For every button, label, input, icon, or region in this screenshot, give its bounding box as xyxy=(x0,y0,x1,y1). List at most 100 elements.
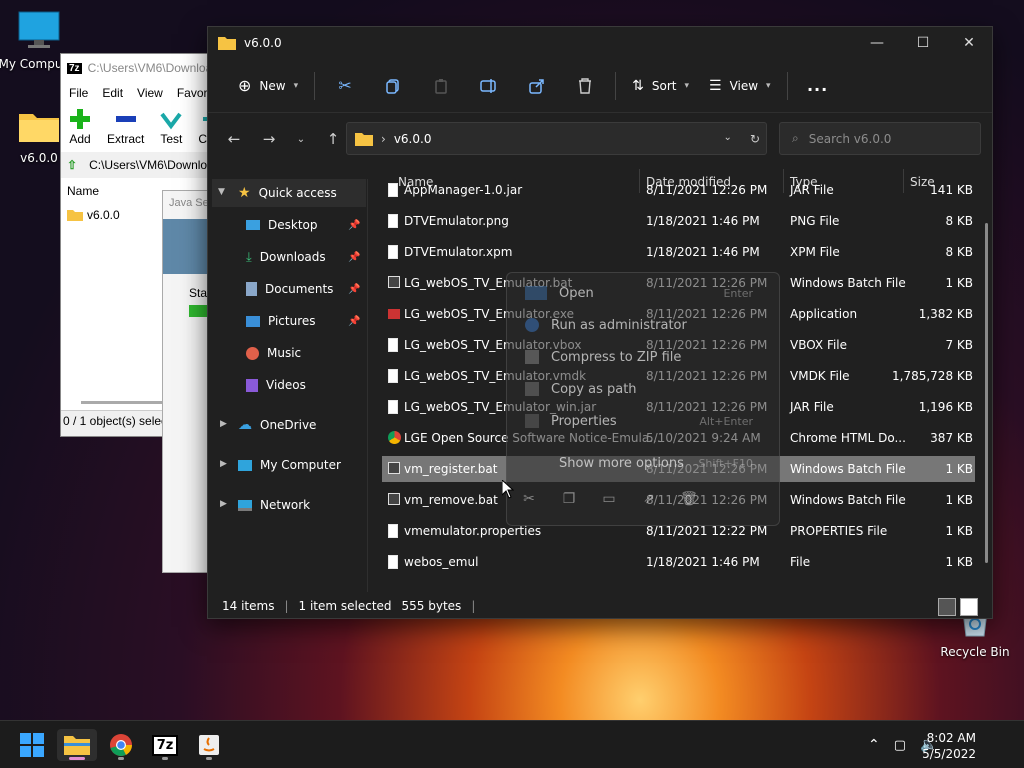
sort-icon: ⇅ xyxy=(632,77,644,94)
scissors-icon[interactable]: ✂ xyxy=(517,491,541,507)
file-date: 1/18/2021 1:46 PM xyxy=(646,555,760,569)
share-button[interactable] xyxy=(513,68,561,104)
navigation-pane[interactable]: ▼ ★ Quick access Desktop 📌 ⤓ Downloads 📌… xyxy=(208,179,368,592)
file-row[interactable]: DTVEmulator.png 1/18/2021 1:46 PM PNG File… xyxy=(382,208,975,234)
menu-compress-zip[interactable]: Compress to ZIP file xyxy=(517,343,771,371)
cut-button[interactable]: ✂ xyxy=(321,68,369,104)
pin-icon[interactable]: 📌 xyxy=(348,252,360,263)
context-menu[interactable]: Open Enter Run as administrator Compress… xyxy=(506,272,780,526)
desktop-icon-label: Recycle Bin xyxy=(940,645,1010,659)
file-type: Windows Batch File xyxy=(790,276,906,290)
address-dropdown-icon[interactable]: ⌄ xyxy=(724,132,732,146)
delete-button[interactable] xyxy=(561,68,609,104)
taskbar-7zip[interactable]: 7z xyxy=(145,729,185,761)
paste-button[interactable] xyxy=(417,68,465,104)
window-controls: — ☐ ✕ xyxy=(854,27,992,59)
7zip-menubar: File Edit View Favorites xyxy=(61,82,226,104)
copy-button[interactable] xyxy=(369,68,417,104)
rename-icon[interactable]: ▭ xyxy=(597,491,621,507)
share-icon[interactable]: ⇗ xyxy=(637,491,661,507)
taskbar-chrome[interactable] xyxy=(101,729,141,761)
monitor-icon xyxy=(18,11,60,48)
file-row[interactable]: DTVEmulator.xpm 1/18/2021 1:46 PM XPM File… xyxy=(382,239,975,265)
start-button[interactable] xyxy=(12,729,52,761)
sort-button[interactable]: ⇅ Sort ▾ xyxy=(622,68,699,104)
taskbar-file-explorer[interactable] xyxy=(57,729,97,761)
java-banner xyxy=(163,219,211,274)
chevron-down-icon[interactable]: ▼ xyxy=(218,187,225,197)
menu-open[interactable]: Open Enter xyxy=(517,279,771,307)
file-type: PNG File xyxy=(790,214,840,228)
menu-view[interactable]: View xyxy=(137,86,163,100)
clock[interactable]: 8:02 AM 5/5/2022 xyxy=(922,730,976,762)
forward-button[interactable]: → xyxy=(253,123,285,155)
trash-icon[interactable]: 🗑 xyxy=(677,491,701,507)
more-options-button[interactable]: ... xyxy=(794,68,842,104)
recent-locations-button[interactable]: ⌄ xyxy=(285,123,317,155)
file-type: Application xyxy=(790,307,858,321)
pin-icon[interactable]: 📌 xyxy=(348,284,360,295)
up-arrow-icon[interactable]: ⇧ xyxy=(67,158,77,172)
pin-icon[interactable]: 📌 xyxy=(348,316,360,327)
nav-quick-access[interactable]: ★ Quick access xyxy=(238,179,337,207)
file-size: 8 KB xyxy=(945,214,973,228)
menu-show-more-options[interactable]: Show more options Shift+F10 xyxy=(517,449,771,477)
mouse-cursor-icon xyxy=(502,480,514,499)
chevron-up-icon[interactable]: ⌃ xyxy=(868,737,880,753)
maximize-button[interactable]: ☐ xyxy=(900,27,946,59)
menu-file[interactable]: File xyxy=(69,86,88,100)
up-button[interactable]: ↑ xyxy=(317,123,349,155)
file-size: 1,196 KB xyxy=(918,400,973,414)
refresh-icon[interactable]: ↻ xyxy=(750,132,760,146)
test-button[interactable]: Test xyxy=(160,108,182,152)
item-count: 14 items xyxy=(222,599,275,613)
taskbar-java[interactable] xyxy=(189,729,229,761)
search-box[interactable]: ⌕ Search v6.0.0 xyxy=(779,122,981,155)
file-row[interactable]: AppManager-1.0.jar 8/11/2021 12:26 PM JAR … xyxy=(382,177,975,203)
menu-edit[interactable]: Edit xyxy=(102,86,123,100)
network-tray-icon[interactable]: ▢ xyxy=(894,738,906,753)
java-window[interactable]: Java Se Stat xyxy=(162,190,212,573)
nav-my-computer[interactable]: My Computer xyxy=(238,451,341,479)
view-lines-icon: ☰ xyxy=(709,77,722,94)
view-button[interactable]: ☰ View ▾ xyxy=(699,68,781,104)
extract-button[interactable]: Extract xyxy=(107,108,144,152)
arrow-up-icon: ↑ xyxy=(326,130,340,148)
menu-properties[interactable]: Properties Alt+Enter xyxy=(517,407,771,435)
vertical-scrollbar[interactable] xyxy=(985,223,988,563)
nav-music[interactable]: Music xyxy=(246,339,301,367)
copy-path-icon xyxy=(525,382,539,396)
file-type: Windows Batch File xyxy=(790,493,906,507)
nav-network[interactable]: Network xyxy=(238,491,310,519)
file-icon xyxy=(388,524,398,538)
new-button[interactable]: ⊕ New ▾ xyxy=(228,68,308,104)
batch-file-icon xyxy=(388,276,400,288)
chevron-right-icon[interactable]: ▶ xyxy=(220,459,227,469)
7zip-titlebar[interactable]: 7z C:\Users\VM6\Downloads xyxy=(61,54,219,82)
rename-button[interactable] xyxy=(465,68,513,104)
file-row[interactable]: webos_emul 1/18/2021 1:46 PM File 1 KB xyxy=(382,549,975,575)
pin-icon[interactable]: 📌 xyxy=(348,220,360,231)
file-size: 141 KB xyxy=(930,183,973,197)
menu-run-as-admin[interactable]: Run as administrator xyxy=(517,311,771,339)
address-bar[interactable]: › v6.0.0 ⌄ ↻ xyxy=(346,122,767,155)
breadcrumb-current[interactable]: v6.0.0 xyxy=(394,132,432,146)
file-type: File xyxy=(790,555,811,569)
cloud-icon: ☁ xyxy=(238,417,252,433)
chevron-right-icon[interactable]: ▶ xyxy=(220,419,227,429)
close-button[interactable]: ✕ xyxy=(946,27,992,59)
chevron-right-icon[interactable]: ▶ xyxy=(220,499,227,509)
minimize-button[interactable]: — xyxy=(854,27,900,59)
tiles-view-button[interactable] xyxy=(960,598,978,616)
file-type: Chrome HTML Do... xyxy=(790,431,906,445)
copy-icon[interactable]: ❐ xyxy=(557,491,581,507)
clock-time: 8:02 AM xyxy=(926,731,976,745)
nav-onedrive[interactable]: ☁ OneDrive xyxy=(238,411,316,439)
menu-copy-as-path[interactable]: Copy as path xyxy=(517,375,771,403)
nav-videos[interactable]: Videos xyxy=(246,371,306,399)
back-button[interactable]: ← xyxy=(218,123,250,155)
add-button[interactable]: Add xyxy=(69,108,91,152)
details-view-button[interactable] xyxy=(938,598,956,616)
7zip-address-bar[interactable]: ⇧ C:\Users\VM6\Downloads xyxy=(61,152,219,178)
folder-icon xyxy=(218,37,236,50)
